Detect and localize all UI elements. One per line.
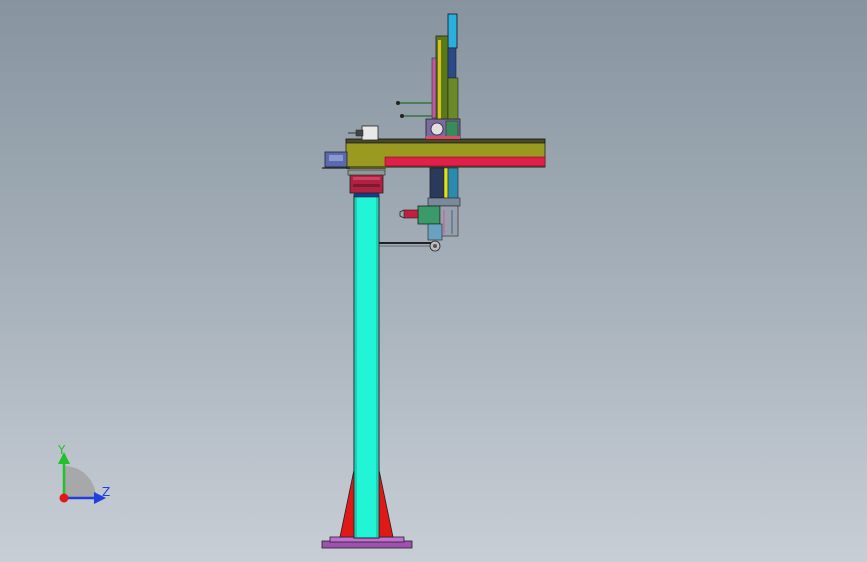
lower-rail xyxy=(429,167,445,199)
left-gusset xyxy=(339,469,355,538)
gripper-assembly xyxy=(399,167,461,252)
beam-stripe xyxy=(384,156,546,167)
mast-top xyxy=(447,13,458,49)
top-device xyxy=(361,125,379,141)
triad-arc xyxy=(64,466,96,498)
column-assembly xyxy=(347,169,432,539)
x-axis-dot xyxy=(59,493,69,503)
cad-viewport[interactable]: Y Z xyxy=(0,0,867,562)
z-axis-label: Z xyxy=(102,485,110,499)
slewing-flange xyxy=(349,173,384,194)
mast-assembly xyxy=(396,13,461,140)
y-axis-label: Y xyxy=(57,443,66,457)
gripper-body xyxy=(417,205,441,225)
orientation-triad: Y Z xyxy=(57,443,110,504)
right-gusset xyxy=(378,469,394,538)
column xyxy=(353,195,380,539)
